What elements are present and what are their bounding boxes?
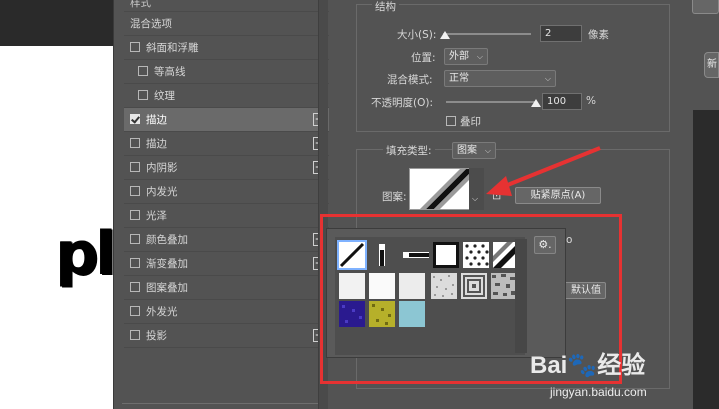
style-item-label: 外发光 xyxy=(146,306,178,318)
style-item[interactable]: 描边+ xyxy=(124,108,329,132)
opacity-unit: % xyxy=(586,95,596,107)
style-item-checkbox[interactable] xyxy=(130,258,140,268)
new-style-button-partial[interactable]: 新 xyxy=(704,52,719,78)
top-right-button[interactable] xyxy=(692,0,719,14)
canvas-text: pl xyxy=(56,219,116,289)
style-item[interactable]: 等高线 xyxy=(124,60,329,84)
style-item-label: 内发光 xyxy=(146,186,178,198)
watermark-url: jingyan.baidu.com xyxy=(550,385,647,399)
style-item-label: 纹理 xyxy=(154,90,175,102)
size-slider-track[interactable] xyxy=(443,33,531,35)
opacity-input[interactable]: 100 xyxy=(542,93,582,110)
style-item[interactable]: 图案叠加 xyxy=(124,276,329,300)
opacity-label: 不透明度(O): xyxy=(371,97,433,109)
pattern-preview[interactable] xyxy=(409,168,473,210)
paw-icon: 🐾 xyxy=(567,352,598,379)
styles-header-label: 样式 xyxy=(130,0,151,9)
style-item-label: 投影 xyxy=(146,330,167,342)
blend-options-label: 混合选项 xyxy=(130,18,172,30)
blend-options-item[interactable]: 混合选项 xyxy=(124,12,329,36)
style-item-label: 描边 xyxy=(146,114,167,126)
chevron-down-icon: ⌵ xyxy=(476,52,483,61)
style-item-label: 图案叠加 xyxy=(146,282,188,294)
style-item-label: 颜色叠加 xyxy=(146,234,188,246)
style-item-checkbox[interactable] xyxy=(130,114,140,124)
style-item[interactable]: 颜色叠加+ xyxy=(124,228,329,252)
pattern-label: 图案: xyxy=(382,191,407,203)
style-item-label: 渐变叠加 xyxy=(146,258,188,270)
styles-header: 样式 xyxy=(124,0,329,12)
overprint-label: 叠印 xyxy=(460,116,481,128)
size-label: 大小(S): xyxy=(397,29,437,41)
canvas-top-bar xyxy=(0,0,113,46)
style-item-label: 斜面和浮雕 xyxy=(146,42,199,54)
style-item-checkbox[interactable] xyxy=(130,138,140,148)
style-item[interactable]: 内发光 xyxy=(124,180,329,204)
watermark-brand: Bai🐾经验 xyxy=(530,352,646,379)
size-slider-thumb[interactable] xyxy=(439,31,450,39)
size-input[interactable]: 2 xyxy=(540,25,582,42)
style-item[interactable]: 内阴影+ xyxy=(124,156,329,180)
baidu-watermark: Bai🐾经验 jingyan.baidu.com xyxy=(520,345,719,409)
size-unit: 像素 xyxy=(588,29,609,41)
red-arrow-annotation xyxy=(486,146,601,196)
style-item[interactable]: 斜面和浮雕 xyxy=(124,36,329,60)
structure-group xyxy=(356,4,670,132)
style-item-checkbox[interactable] xyxy=(130,306,140,316)
style-item-checkbox[interactable] xyxy=(138,90,148,100)
style-item-checkbox[interactable] xyxy=(130,210,140,220)
chevron-down-icon: ⌵ xyxy=(544,74,551,83)
pattern-preview-graphic xyxy=(410,169,472,209)
structure-title: 结构 xyxy=(372,0,399,14)
style-item[interactable]: 纹理 xyxy=(124,84,329,108)
position-label: 位置: xyxy=(411,52,436,64)
style-item-checkbox[interactable] xyxy=(138,66,148,76)
position-select[interactable]: 外部 ⌵ xyxy=(444,48,488,65)
position-value: 外部 xyxy=(449,51,469,62)
style-item[interactable]: 投影+ xyxy=(124,324,329,348)
style-item-checkbox[interactable] xyxy=(130,234,140,244)
styles-list: 样式 混合选项 斜面和浮雕等高线纹理描边+描边+内阴影+内发光光泽颜色叠加+渐变… xyxy=(124,0,329,348)
style-item-label: 光泽 xyxy=(146,210,167,222)
style-item[interactable]: 外发光 xyxy=(124,300,329,324)
style-item-checkbox[interactable] xyxy=(130,330,140,340)
blend-mode-select[interactable]: 正常 ⌵ xyxy=(444,70,556,87)
style-item-checkbox[interactable] xyxy=(130,42,140,52)
blend-mode-value: 正常 xyxy=(449,73,469,84)
overprint-checkbox[interactable] xyxy=(446,116,456,126)
style-item[interactable]: 光泽 xyxy=(124,204,329,228)
style-item-checkbox[interactable] xyxy=(130,282,140,292)
style-item[interactable]: 渐变叠加+ xyxy=(124,252,329,276)
style-item-label: 等高线 xyxy=(154,66,186,78)
document-canvas[interactable]: pl xyxy=(0,46,116,409)
fx-footer xyxy=(122,403,322,409)
style-item-label: 描边 xyxy=(146,138,167,150)
opacity-slider-track[interactable] xyxy=(446,101,536,103)
style-item-checkbox[interactable] xyxy=(130,186,140,196)
blend-mode-label: 混合模式: xyxy=(387,74,433,86)
opacity-slider-thumb[interactable] xyxy=(531,99,541,107)
fill-type-label: 填充类型: xyxy=(383,143,435,158)
layer-styles-panel: 样式 混合选项 斜面和浮雕等高线纹理描边+描边+内阴影+内发光光泽颜色叠加+渐变… xyxy=(113,0,329,409)
style-item[interactable]: 描边+ xyxy=(124,132,329,156)
style-item-checkbox[interactable] xyxy=(130,162,140,172)
style-item-label: 内阴影 xyxy=(146,162,178,174)
